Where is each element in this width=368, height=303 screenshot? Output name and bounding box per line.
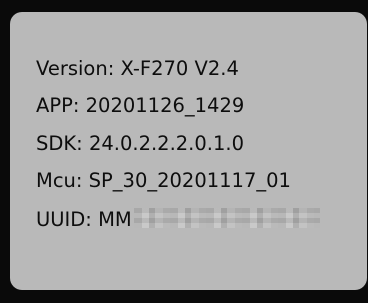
uuid-text: UUID: MM — [36, 208, 132, 232]
screen-background: Version: X-F270 V2.4 APP: 20201126_1429 … — [0, 0, 368, 303]
mcu-version-text: Mcu: SP_30_20201117_01 — [36, 168, 291, 192]
uuid-row: UUID: MM — [36, 208, 367, 232]
sdk-version-text: SDK: 24.0.2.2.2.0.1.0 — [36, 131, 244, 155]
device-info-dialog: Version: X-F270 V2.4 APP: 20201126_1429 … — [10, 12, 367, 290]
app-version-text: APP: 20201126_1429 — [36, 94, 245, 118]
uuid-redaction-blur — [133, 208, 320, 229]
version-text: Version: X-F270 V2.4 — [36, 57, 239, 80]
